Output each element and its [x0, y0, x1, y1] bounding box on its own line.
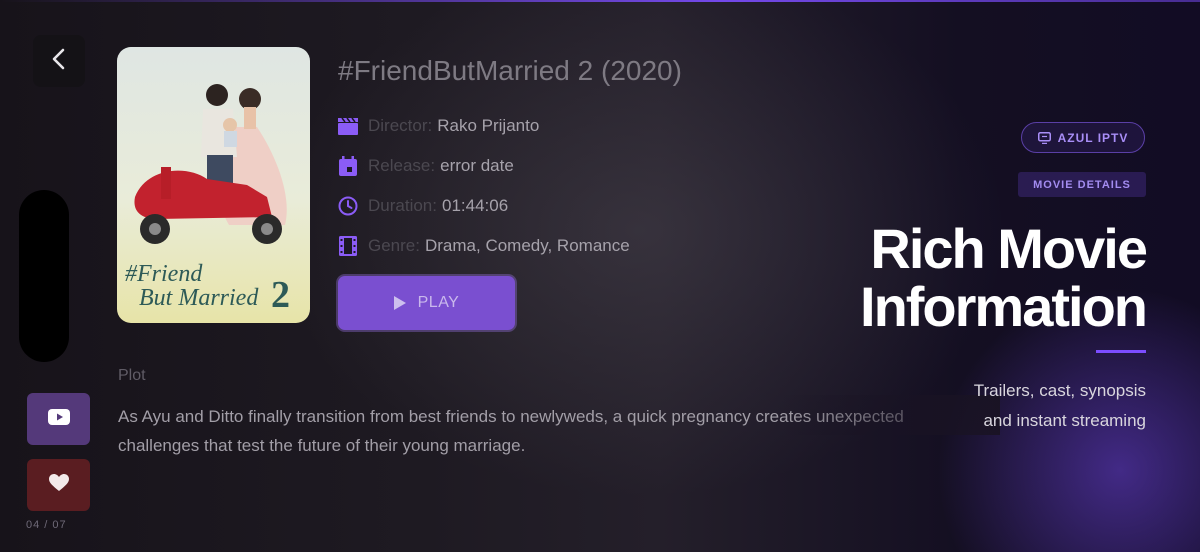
plot-heading: Plot	[118, 367, 146, 384]
section-badge: MOVIE DETAILS	[1018, 172, 1146, 197]
plot-fade-overlay	[780, 395, 1000, 435]
movie-title: #FriendButMarried 2 (2020)	[338, 55, 682, 86]
promo-headline: Rich Movie Information	[860, 217, 1148, 338]
heart-icon	[48, 473, 69, 497]
release-value: error date	[440, 156, 514, 175]
clapperboard-icon	[338, 116, 358, 136]
poster-title-line1: #Friend	[125, 261, 203, 287]
side-scroll-bar[interactable]	[19, 190, 69, 362]
page-indicator: 04 / 07	[26, 519, 67, 531]
play-button[interactable]: PLAY	[338, 276, 515, 330]
promo-subline: Trailers, cast, synopsis and instant str…	[974, 376, 1146, 436]
promo-subline-line1: Trailers, cast, synopsis	[973, 381, 1146, 400]
favorite-button[interactable]	[27, 459, 90, 511]
director-label: Director:	[368, 116, 433, 135]
genre-value: Drama, Comedy, Romance	[424, 236, 630, 255]
back-button[interactable]	[33, 35, 85, 87]
brand-badge: AZUL IPTV	[1021, 122, 1145, 153]
play-icon	[393, 296, 406, 310]
clock-icon	[338, 196, 358, 216]
promo-headline-line1: Rich Movie	[870, 217, 1148, 280]
genre-label: Genre:	[368, 236, 420, 255]
genre-row: Genre: Drama, Comedy, Romance	[338, 236, 630, 256]
director-row: Director: Rako Prijanto	[338, 116, 539, 136]
brand-badge-label: AZUL IPTV	[1057, 130, 1129, 145]
top-accent-line	[0, 0, 1200, 2]
duration-row: Duration: 01:44:06	[338, 196, 508, 216]
duration-label: Duration:	[368, 196, 437, 215]
trailer-button[interactable]	[27, 393, 90, 445]
calendar-icon	[338, 156, 358, 176]
tv-icon	[1037, 131, 1051, 144]
release-row: Release: error date	[338, 156, 514, 176]
headline-underline	[1096, 350, 1146, 353]
play-label: PLAY	[417, 294, 460, 311]
promo-subline-line2: and instant streaming	[983, 411, 1146, 430]
director-value: Rako Prijanto	[437, 116, 540, 135]
chevron-left-icon	[51, 48, 67, 75]
promo-headline-line2: Information	[860, 275, 1148, 338]
poster-number: 2	[271, 274, 290, 316]
release-label: Release:	[368, 156, 436, 175]
duration-value: 01:44:06	[441, 196, 509, 215]
youtube-icon	[47, 408, 70, 430]
film-icon	[338, 236, 358, 256]
poster-title-line2: But Married	[139, 285, 259, 311]
movie-poster: #Friend But Married 2	[117, 47, 310, 323]
